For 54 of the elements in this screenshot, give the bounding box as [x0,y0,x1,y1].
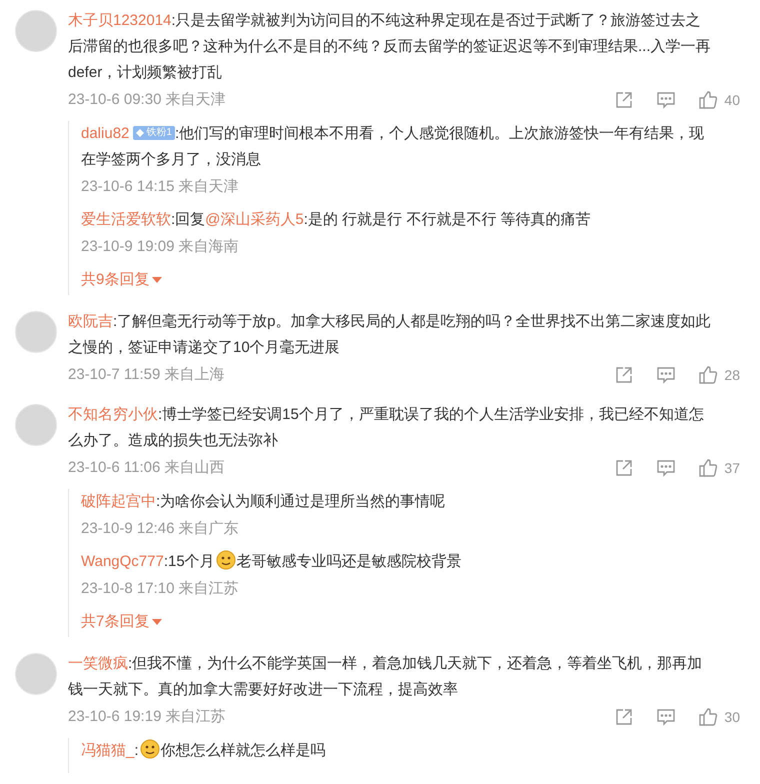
thumbs-up-icon[interactable] [698,707,718,727]
mention-link[interactable]: @深山采药人5 [205,211,304,228]
comment-text: 欧阮吉:了解但毫无行动等于放p。加拿大移民局的人都是吃翔的吗？全世界找不出第二家速度如此之慢的，签证申请递交了10个月毫无进展 [68,312,712,358]
comment-icon[interactable] [656,458,676,478]
comment-time: 23-10-7 11:59 来自上海 [68,365,224,385]
like-count: 40 [724,91,740,110]
thumbs-up-icon[interactable] [698,365,718,385]
caret-icon [152,619,162,625]
reply-text: 爱生活爱软软:回复@深山采药人5:是的 行就是行 不行就是不行 等待真的痛苦 [81,210,592,230]
reply-time: 23-10-9 19:09 来自海南 [81,237,240,257]
username-link[interactable]: 欧阮吉 [68,313,113,330]
comment-icon[interactable] [656,707,676,727]
username-link[interactable]: 木子贝1232014 [68,12,172,29]
caret-icon [152,277,162,283]
badge-label: 铁粉1 [146,126,172,140]
diamond-icon [136,129,144,137]
username-link[interactable]: 冯猫猫_ [81,742,134,759]
reply-time: 23-10-9 12:46 来自广东 [81,519,240,539]
thumbs-up-icon[interactable] [698,458,718,478]
username-link[interactable]: 破阵起宫中 [81,493,156,510]
reply-time: 23-10-8 17:10 来自江苏 [81,579,240,599]
comment-time: 23-10-6 19:19 来自江苏 [68,707,226,727]
emoji-icon [216,550,236,570]
share-icon[interactable] [614,90,634,110]
comment-icon[interactable] [656,90,676,110]
comment-text: 木子贝1232014:只是去留学就被判为访问目的不纯这种界定现在是否过于武断了？旅游签过去之后滞留的也很多吧？这种为什么不是目的不纯？反而去留学的签证迟迟等不到审理结果...入学一再defer，计划频繁被打乱 [68,11,712,83]
like-count: 30 [724,708,740,727]
avatar-placeholder[interactable] [15,311,57,353]
reply-text: 破阵起宫中:为啥你会认为顺利通过是理所当然的事情呢 [81,492,446,512]
more-replies-link[interactable]: 共9条回复 [81,267,162,293]
reply-text: 冯猫猫_: 你想怎么样就怎么样是吗 [81,738,740,764]
username-link[interactable]: daliu82 [81,125,130,142]
reply-text: WangQc777:15个月 老哥敏感专业吗还是敏感院校背景 [81,549,740,575]
comment-text: 一笑微疯:但我不懂，为什么不能学英国一样，着急加钱几天就下，还着急，等着坐飞机，那再加钱一天就下。真的加拿大需要好好改进一下流程，提高效率 [68,654,704,700]
avatar-placeholder[interactable] [15,404,57,446]
comment-time: 23-10-6 09:30 来自天津 [68,90,226,110]
comment-text: 不知名穷小伙:博士学签已经安调15个月了，严重耽误了我的个人生活学业安排，我已经不知道怎么办了。造成的损失也无法弥补 [68,405,705,451]
emoji-icon [140,739,160,759]
comment-icon[interactable] [656,365,676,385]
thumbs-up-icon[interactable] [698,90,718,110]
like-count: 28 [724,366,740,385]
username-link[interactable]: WangQc777 [81,553,164,570]
share-icon[interactable] [614,365,634,385]
username-link[interactable]: 不知名穷小伙 [68,406,158,423]
more-replies-link[interactable]: 共7条回复 [81,609,162,635]
avatar-placeholder[interactable] [15,10,57,52]
share-icon[interactable] [614,458,634,478]
username-link[interactable]: 一笑微疯 [68,655,128,672]
share-icon[interactable] [614,707,634,727]
comment-time: 23-10-6 11:06 来自山西 [68,458,224,478]
username-link[interactable]: 爱生活爱软软 [81,211,171,228]
avatar-placeholder[interactable] [15,653,57,695]
like-count: 37 [724,459,740,478]
reply-time: 23-10-6 14:15 来自天津 [81,177,240,197]
